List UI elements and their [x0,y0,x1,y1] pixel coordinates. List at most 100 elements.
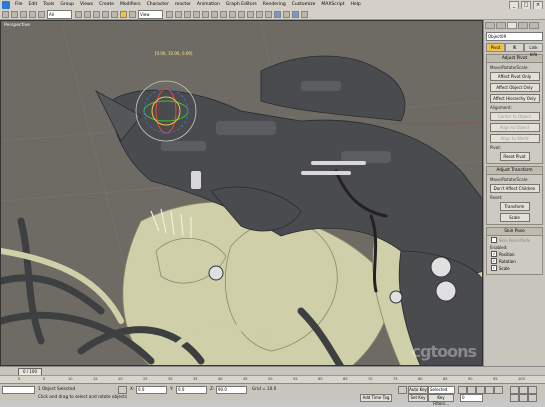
snap-toggle-icon[interactable] [184,10,191,18]
scale-checkbox[interactable]: ✓ Scale [491,265,538,271]
menu-modifiers[interactable]: Modifiers [117,2,144,7]
check-icon[interactable]: ✓ [491,251,497,257]
orbit-icon[interactable] [528,386,537,394]
menu-character[interactable]: Character [144,2,172,7]
bind-space-warp-icon[interactable] [38,10,45,18]
menu-maxscript[interactable]: MAXScript [318,2,347,7]
window-crossing-icon[interactable] [102,10,109,18]
menu-customize[interactable]: Customize [289,2,319,7]
align-to-world-button[interactable]: Align to World [489,134,540,143]
lock-selection-icon[interactable] [118,386,127,394]
key-icon[interactable] [398,386,407,394]
track-tick-label: 15 [93,377,98,381]
utilities-tab-icon[interactable] [529,22,539,29]
z-coordinate-field[interactable]: 90.0 [216,386,247,394]
dont-affect-children-button[interactable]: Don't Affect Children [489,184,540,193]
check-icon[interactable]: ✓ [491,265,497,271]
undo-icon[interactable] [2,10,9,18]
schematic-view-icon[interactable] [265,10,272,18]
selection-filter-dropdown[interactable]: All [47,9,72,19]
track-bar[interactable]: 0 5 10 15 20 25 30 35 40 45 50 55 60 65 70 75 80 85 90 95 10… [0,375,545,383]
go-to-start-icon[interactable] [458,386,467,394]
mirror-icon[interactable] [229,10,236,18]
reset-pivot-button[interactable]: Reset Pivot [499,152,530,161]
menu-graph-editors[interactable]: Graph Editors [223,2,260,7]
select-manipulate-icon[interactable] [175,10,182,18]
auto-key-button[interactable]: Auto Key [408,386,428,394]
rotation-checkbox[interactable]: ✓ Rotation [491,258,538,264]
menu-views[interactable]: Views [77,2,96,7]
reference-coord-dropdown[interactable]: View [138,9,163,19]
layer-manager-icon[interactable] [247,10,254,18]
menu-reactor[interactable]: reactor [172,2,194,7]
check-icon[interactable]: ✓ [491,258,497,264]
skin-pose-title[interactable]: Skin Pose [487,228,542,236]
previous-frame-icon[interactable] [467,386,476,394]
link-icon[interactable] [20,10,27,18]
reset-scale-button[interactable]: Scale [499,213,530,222]
skin-pose-mode-checkbox[interactable]: Skin Pose Mode [491,237,538,243]
affect-pivot-only-button[interactable]: Affect Pivot Only [489,72,540,81]
percent-snap-icon[interactable] [202,10,209,18]
adjust-transform-title[interactable]: Adjust Transform [487,167,542,175]
perspective-viewport[interactable]: Perspective [0.00, 10.00, 0.00] cgtoons [0,20,483,366]
named-selection-icon[interactable] [220,10,227,18]
region-select-icon[interactable] [93,10,100,18]
redo-icon[interactable] [11,10,18,18]
position-label: Position [499,251,515,257]
reset-transform-button[interactable]: Transform [499,202,530,211]
menu-tools[interactable]: Tools [40,2,57,7]
object-name-field[interactable]: Object09 [486,32,543,41]
quick-render-icon[interactable] [301,10,308,18]
pivot-center-icon[interactable] [166,10,173,18]
menu-create[interactable]: Create [96,2,117,7]
position-checkbox[interactable]: ✓ Position [491,251,538,257]
render-frame-icon[interactable] [292,10,299,18]
rotate-icon[interactable] [120,10,127,18]
align-to-object-button[interactable]: Align to Object [489,123,540,132]
menu-bar: File Edit Tools Group Views Create Modif… [0,0,545,10]
motion-tab-icon[interactable] [518,22,528,29]
tab-ik[interactable]: IK [505,43,524,52]
menu-file[interactable]: File [12,2,26,7]
modify-tab-icon[interactable] [496,22,506,29]
next-frame-icon[interactable] [485,386,494,394]
angle-snap-icon[interactable] [193,10,200,18]
tab-link-info[interactable]: Link Info [524,43,543,57]
render-setup-icon[interactable] [283,10,290,18]
go-to-end-icon[interactable] [494,386,503,394]
maxscript-listener-field[interactable] [2,386,35,394]
move-icon[interactable] [111,10,118,18]
spinner-snap-icon[interactable] [211,10,218,18]
center-to-object-button[interactable]: Center to Object [489,112,540,121]
menu-rendering[interactable]: Rendering [260,2,289,7]
create-tab-icon[interactable] [485,22,495,29]
x-coordinate-field[interactable]: 0.0 [136,386,167,394]
scale-icon[interactable] [129,10,136,18]
menu-animation[interactable]: Animation [194,2,223,7]
tab-pivot[interactable]: Pivot [486,43,505,52]
transform-group-label: Move/Rotate/Scale: [490,177,529,182]
alignment-label: Alignment: [490,105,512,110]
menu-group[interactable]: Group [57,2,77,7]
zoom-icon[interactable] [510,386,519,394]
time-slider[interactable]: 0 / 100 [0,366,545,376]
select-by-name-icon[interactable] [84,10,91,18]
viewport-label[interactable]: Perspective [4,23,30,28]
curve-editor-icon[interactable] [256,10,263,18]
play-icon[interactable] [476,386,485,394]
checkbox-box[interactable] [491,237,497,243]
app-logo-icon[interactable] [2,0,10,9]
select-object-icon[interactable] [75,10,82,18]
selected-dropdown[interactable]: Selected [428,386,455,394]
affect-object-only-button[interactable]: Affect Object Only [489,83,540,92]
unlink-icon[interactable] [29,10,36,18]
affect-hierarchy-only-button[interactable]: Affect Hierarchy Only [489,94,540,103]
align-icon[interactable] [238,10,245,18]
menu-help[interactable]: Help [348,2,364,7]
y-coordinate-field[interactable]: 0.0 [176,386,207,394]
hierarchy-tab-icon[interactable] [507,22,517,29]
pan-icon[interactable] [519,386,528,394]
menu-edit[interactable]: Edit [26,2,41,7]
material-editor-icon[interactable] [274,10,281,18]
